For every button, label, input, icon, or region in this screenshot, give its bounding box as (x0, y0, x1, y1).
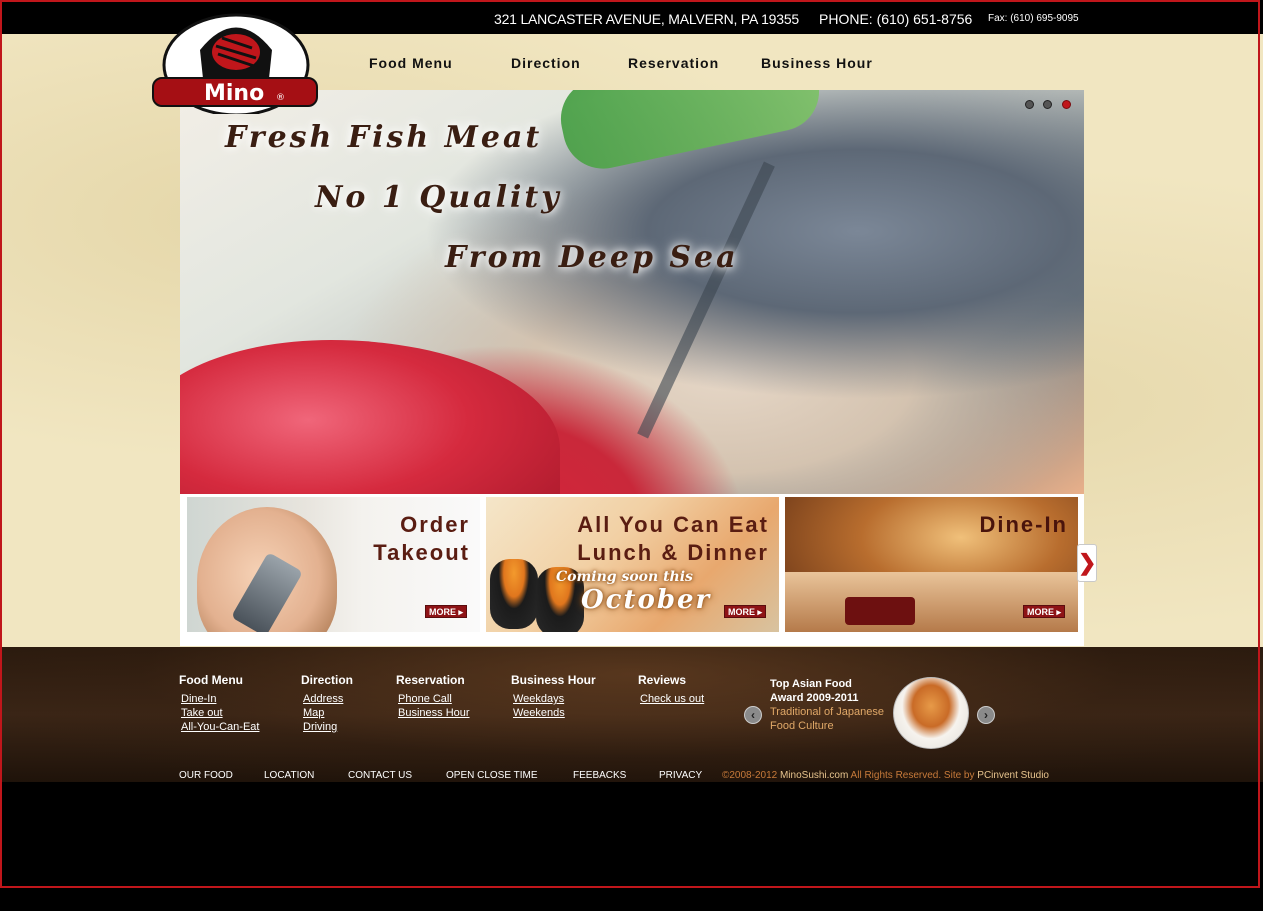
hero-line-3: From Deep Sea (445, 240, 739, 275)
footer-link-weekends[interactable]: Weekends (513, 706, 596, 720)
footer-heading: Reviews (638, 673, 687, 687)
nav-business-hour[interactable]: Business Hour (761, 55, 873, 71)
award-line3: Traditional of Japanese (770, 706, 884, 718)
copyright-studio[interactable]: PCinvent Studio (977, 770, 1049, 781)
footer-link-take-out[interactable]: Take out (181, 706, 259, 720)
hero-line-2: No 1 Quality (315, 180, 562, 215)
phone-text: PHONE: (610) 651-8756 (819, 11, 973, 27)
sushi-roll-image (490, 559, 538, 629)
footer-link-phone-call[interactable]: Phone Call (398, 692, 470, 706)
promo-takeout-line2: Takeout (373, 540, 470, 565)
footer-link-map[interactable]: Map (303, 706, 353, 720)
bottom-link-privacy[interactable]: PRIVACY (659, 770, 702, 781)
napkin-image (845, 597, 915, 625)
promo-takeout-line1: Order (400, 512, 470, 537)
promo-ayce-coming-soon: Coming soon this (556, 569, 693, 585)
bottom-link-contact-us[interactable]: CONTACT US (348, 770, 412, 781)
copyright-middle: All Rights Reserved. Site by (848, 770, 978, 781)
award-prev-icon[interactable]: ‹ (744, 706, 762, 724)
slide-dot-2[interactable] (1043, 100, 1052, 109)
promo-ayce-line2: Lunch & Dinner (577, 540, 769, 565)
footer-heading: Reservation (396, 673, 465, 687)
footer-col-business-hour: Business Hour Weekdays Weekends (511, 673, 596, 720)
promo-dinein-title: Dine-In (979, 512, 1068, 537)
footer-link-check-us-out[interactable]: Check us out (640, 692, 704, 706)
footer-col-reservation: Reservation Phone Call Business Hour (396, 673, 470, 720)
award-text: Top Asian Food Award 2009-2011 Tradition… (770, 677, 884, 733)
logo-registered-mark: ® (276, 93, 285, 103)
more-label: MORE (429, 607, 456, 617)
slide-dot-1[interactable] (1025, 100, 1034, 109)
nav-direction[interactable]: Direction (511, 55, 581, 71)
bottom-link-our-food[interactable]: OUR FOOD (179, 770, 233, 781)
footer-heading: Food Menu (179, 673, 243, 687)
promo-takeout[interactable]: Order Takeout MORE ▸ (187, 497, 480, 632)
bottom-link-feebacks[interactable]: FEEBACKS (573, 770, 626, 781)
footer-heading: Business Hour (511, 673, 596, 687)
promo-strip: Order Takeout MORE ▸ All You Can Eat Lun… (180, 494, 1084, 646)
promo-takeout-more-button[interactable]: MORE ▸ (425, 605, 467, 618)
slide-dot-3-active[interactable] (1062, 100, 1071, 109)
more-label: MORE (728, 607, 755, 617)
site-footer: Food Menu Dine-In Take out All-You-Can-E… (0, 647, 1263, 782)
footer-col-food-menu: Food Menu Dine-In Take out All-You-Can-E… (179, 673, 259, 734)
bottom-link-open-close-time[interactable]: OPEN CLOSE TIME (446, 770, 538, 781)
promo-all-you-can-eat[interactable]: All You Can Eat Lunch & Dinner Coming so… (486, 497, 779, 632)
award-line4: Food Culture (770, 720, 834, 732)
footer-link-dine-in[interactable]: Dine-In (181, 692, 259, 706)
hero-slideshow[interactable]: Fresh Fish Meat No 1 Quality From Deep S… (180, 90, 1084, 494)
award-next-icon[interactable]: › (977, 706, 995, 724)
promo-dine-in[interactable]: Dine-In MORE ▸ (785, 497, 1078, 632)
footer-heading: Direction (301, 673, 354, 687)
copyright-prefix: ©2008-2012 (722, 770, 780, 781)
hero-tuna-image (180, 340, 560, 494)
hero-line-1: Fresh Fish Meat (225, 120, 543, 155)
logo-badge-icon: Mino ® (152, 13, 318, 117)
logo-text: Mino (204, 81, 264, 106)
promo-next-arrow-icon[interactable]: ❯ (1077, 544, 1097, 582)
restaurant-table-image (785, 572, 1078, 632)
fax-text: Fax: (610) 695-9095 (988, 13, 1079, 24)
nav-reservation[interactable]: Reservation (628, 55, 719, 71)
award-line1: Top Asian Food (770, 678, 852, 690)
footer-link-address[interactable]: Address (303, 692, 353, 706)
address-text: 321 LANCASTER AVENUE, MALVERN, PA 19355 (494, 11, 800, 27)
site-logo[interactable]: Mino ® (152, 10, 318, 117)
footer-link-driving[interactable]: Driving (303, 720, 353, 734)
footer-col-reviews: Reviews Check us out (638, 673, 704, 706)
promo-ayce-line1: All You Can Eat (577, 512, 769, 537)
promo-ayce-more-button[interactable]: MORE ▸ (724, 605, 766, 618)
footer-link-all-you-can-eat[interactable]: All-You-Can-Eat (181, 720, 259, 734)
footer-link-weekdays[interactable]: Weekdays (513, 692, 596, 706)
nav-food-menu[interactable]: Food Menu (369, 55, 453, 71)
promo-ayce-month: October (581, 585, 712, 615)
hero-leaf-decoration (553, 90, 827, 177)
copyright-site[interactable]: MinoSushi.com (780, 770, 848, 781)
promo-dinein-more-button[interactable]: MORE ▸ (1023, 605, 1065, 618)
copyright: ©2008-2012 MinoSushi.com All Rights Rese… (722, 770, 1049, 781)
footer-link-business-hour[interactable]: Business Hour (398, 706, 470, 720)
footer-col-direction: Direction Address Map Driving (301, 673, 353, 734)
hero-fish-cut (637, 161, 775, 439)
award-line2: Award 2009-2011 (770, 692, 859, 704)
more-label: MORE (1027, 607, 1054, 617)
noodle-bowl-image (893, 677, 969, 749)
bottom-link-location[interactable]: LOCATION (264, 770, 314, 781)
